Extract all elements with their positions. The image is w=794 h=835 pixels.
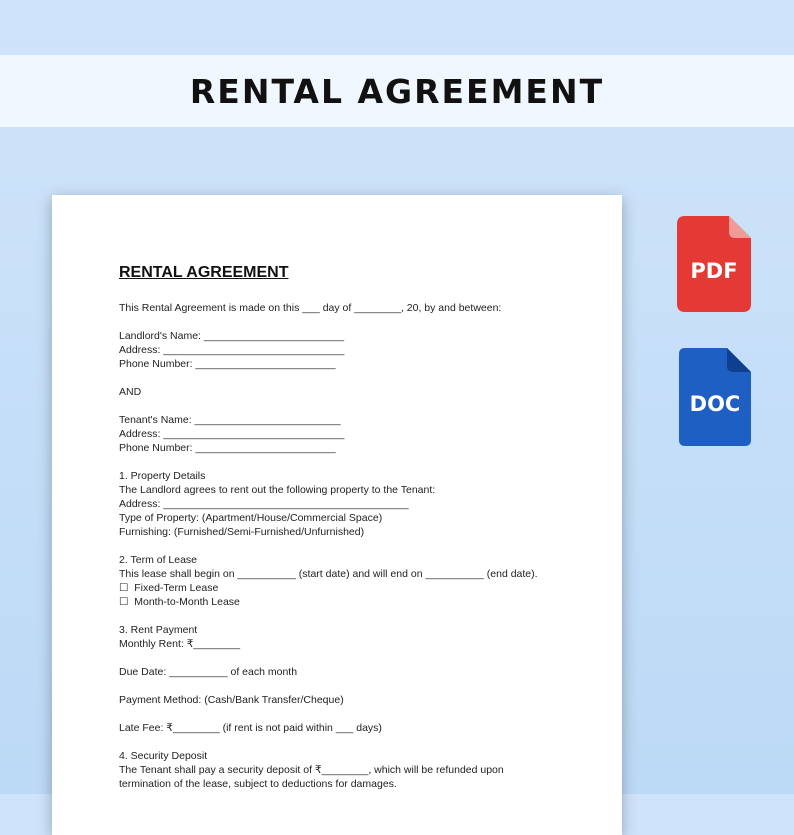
document-line: 1. Property Details	[119, 470, 206, 482]
banner-title: RENTAL AGREEMENT	[189, 71, 605, 111]
document-line: Due Date: __________ of each month	[119, 666, 298, 678]
title-banner: RENTAL AGREEMENT	[0, 55, 794, 127]
document-line: 3. Rent Payment	[119, 624, 198, 636]
document-line: Late Fee: ₹________ (if rent is not paid…	[119, 722, 382, 734]
document-body: This Rental Agreement is made on this __…	[119, 301, 599, 791]
pdf-label: PDF	[690, 259, 738, 283]
document-line: Monthly Rent: ₹________	[119, 638, 241, 650]
document-line: Type of Property: (Apartment/House/Comme…	[119, 512, 383, 524]
document-line: The Tenant shall pay a security deposit …	[119, 764, 504, 776]
doc-label: DOC	[689, 392, 741, 416]
document-line: ☐ Month-to-Month Lease	[119, 596, 240, 608]
document-content: RENTAL AGREEMENT This Rental Agreement i…	[119, 263, 599, 791]
document-title: RENTAL AGREEMENT	[119, 264, 289, 281]
document-page: RENTAL AGREEMENT This Rental Agreement i…	[52, 195, 622, 835]
document-line: Phone Number: ________________________	[119, 358, 336, 370]
document-line: ☐ Fixed-Term Lease	[119, 582, 219, 594]
document-line: Payment Method: (Cash/Bank Transfer/Cheq…	[119, 694, 344, 706]
document-line: Address: _______________________________	[119, 428, 345, 440]
document-line: This lease shall begin on __________ (st…	[119, 568, 538, 580]
document-line: Phone Number: ________________________	[119, 442, 336, 454]
document-line: Address: _______________________________…	[119, 498, 409, 510]
pdf-file-icon: PDF	[677, 216, 751, 312]
document-line: Furnishing: (Furnished/Semi-Furnished/Un…	[119, 526, 365, 538]
document-line: 2. Term of Lease	[119, 554, 198, 566]
document-line: Address: _______________________________	[119, 344, 345, 356]
document-line: Landlord's Name: _______________________…	[119, 330, 345, 342]
doc-file-icon: DOC	[679, 348, 751, 446]
document-line: 4. Security Deposit	[119, 750, 208, 762]
document-line: AND	[119, 386, 142, 398]
document-line: Tenant's Name: _________________________	[119, 414, 341, 426]
document-line: The Landlord agrees to rent out the foll…	[119, 484, 436, 496]
document-line: termination of the lease, subject to ded…	[119, 778, 397, 790]
document-line: This Rental Agreement is made on this __…	[119, 302, 502, 314]
